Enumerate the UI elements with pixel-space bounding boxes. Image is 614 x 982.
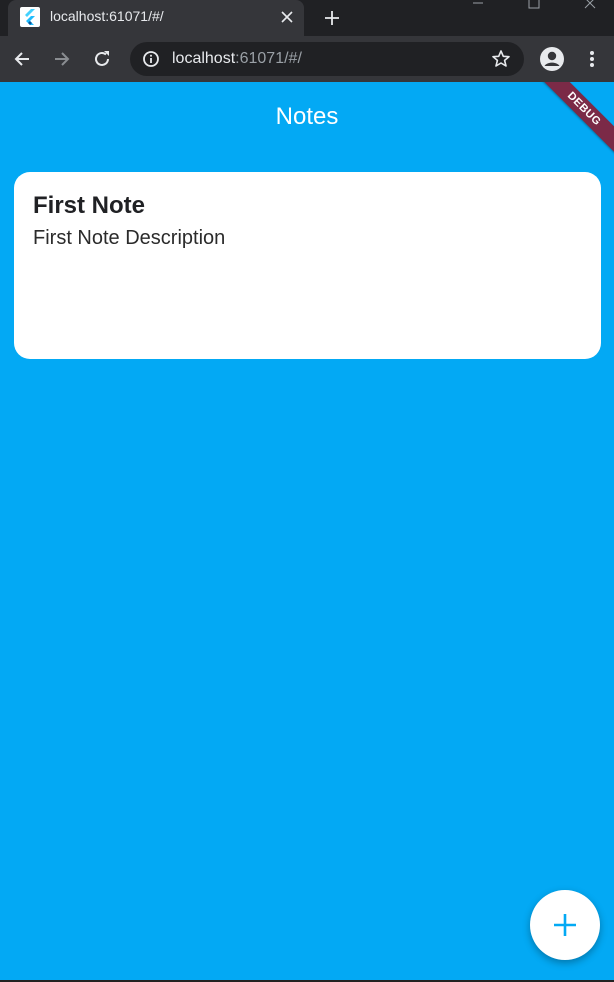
more-vert-icon[interactable] [578, 45, 606, 73]
reload-icon[interactable] [88, 45, 116, 73]
account-icon[interactable] [538, 45, 566, 73]
address-host: localhost [172, 50, 236, 67]
browser-tab[interactable]: localhost:61071/#/ [8, 0, 304, 36]
maximize-button[interactable] [514, 0, 554, 14]
tab-title: localhost:61071/#/ [50, 8, 164, 24]
close-icon[interactable] [276, 6, 298, 28]
app-viewport: Notes DEBUG First Note First Note Descri… [0, 82, 614, 980]
address-url[interactable]: localhost:61071/#/ [172, 50, 302, 68]
add-note-button[interactable] [530, 890, 600, 960]
address-bar[interactable]: localhost:61071/#/ [130, 42, 524, 76]
flutter-icon [20, 7, 40, 27]
arrow-right-icon[interactable] [48, 45, 76, 73]
plus-icon [325, 11, 339, 25]
browser-titlebar: localhost:61071/#/ [0, 0, 614, 36]
info-icon[interactable] [142, 50, 160, 68]
note-description: First Note Description [33, 227, 226, 249]
add-icon [554, 914, 576, 936]
page-title: Notes [275, 103, 339, 130]
arrow-left-icon[interactable] [8, 45, 36, 73]
new-tab-button[interactable] [318, 4, 346, 32]
note-title: First Note [33, 192, 146, 219]
note-card[interactable]: First Note First Note Description [14, 172, 601, 359]
window-close-button[interactable] [570, 0, 610, 14]
minimize-button[interactable] [458, 0, 498, 14]
star-icon[interactable] [490, 48, 512, 70]
address-path: :61071/#/ [235, 50, 302, 67]
